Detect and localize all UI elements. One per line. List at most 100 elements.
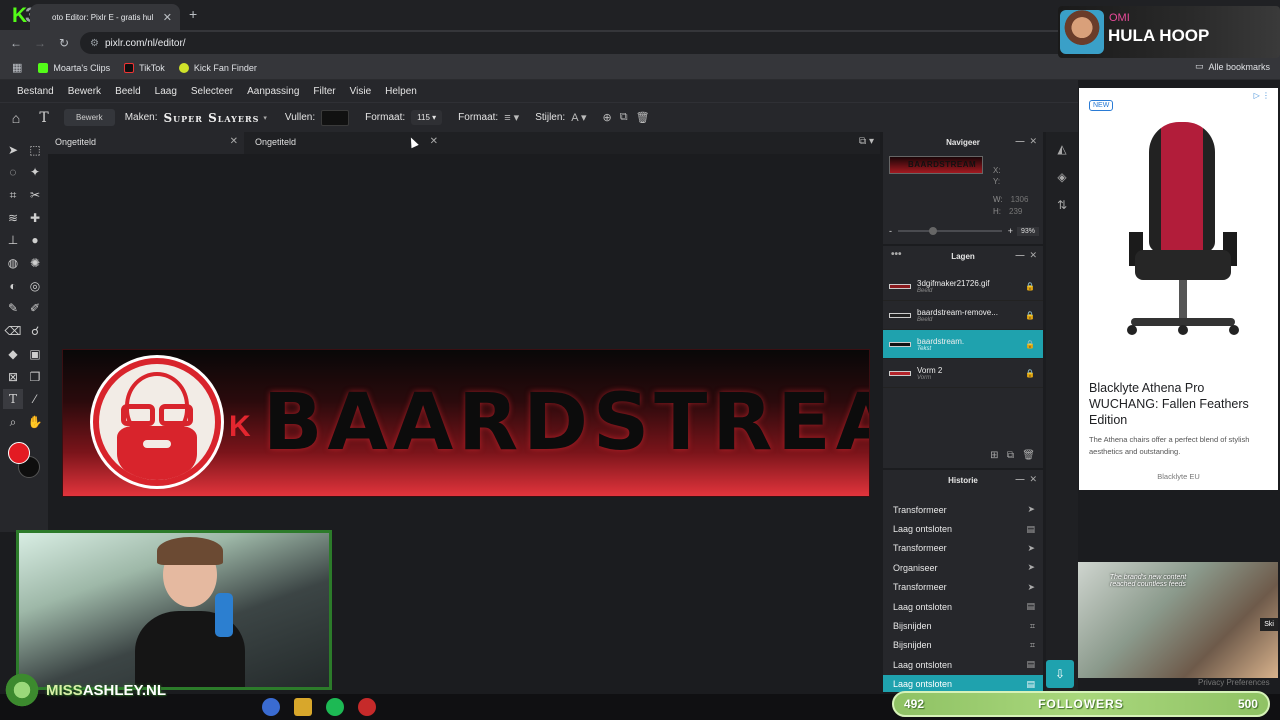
sticker-tool-icon[interactable]: ❐ [25,367,45,387]
site-info-icon[interactable]: ⚙ [90,38,99,49]
hand-tool-icon[interactable]: ✋ [25,412,45,432]
arrange-tool-icon[interactable]: ➤ [3,140,23,160]
history-item[interactable]: Organiseer ➤ [883,558,1043,577]
ad-brand[interactable]: Blacklyte EU [1079,472,1278,481]
lock-icon[interactable]: 🔒 [1025,311,1037,320]
layer-item[interactable]: baardstream-remove... Beeld 🔒 [883,301,1043,330]
app-task-icon[interactable] [358,698,376,716]
layer-item[interactable]: Vorm 2 Vorm 🔒 [883,359,1043,388]
history-item[interactable]: Laag ontsloten ▤ [883,655,1043,674]
layer-item[interactable]: 3dgifmaker21726.gif Beeld 🔒 [883,272,1043,301]
menu-bestand[interactable]: Bestand [17,86,54,97]
foreground-color[interactable] [8,442,30,464]
history-item[interactable]: Laag ontsloten ▤ [883,519,1043,538]
chevron-down-icon[interactable]: ▾ [263,114,267,122]
bookmark-tiktok[interactable]: TikTok [124,62,165,73]
clone-tool-icon[interactable]: ⊥ [3,230,23,250]
zoom-slider[interactable] [898,227,1002,235]
liquify-tool-icon[interactable]: ≋ [3,208,23,228]
back-icon[interactable]: ← [4,36,28,50]
advertisement[interactable]: NEW ▷ ⋮ Blacklyte Athena Pro WUCHANG: Fa… [1079,88,1278,490]
lock-icon[interactable]: 🔒 [1025,369,1037,378]
close-icon[interactable]: ✕ [430,136,438,147]
history-item[interactable]: Transformeer ➤ [883,539,1043,558]
layers-toggle-icon[interactable]: ◈ [1054,170,1070,186]
duplicate-icon[interactable]: ⧉ [620,111,628,124]
eraser-tool-icon[interactable]: ⌫ [3,321,23,341]
zoom-value[interactable]: 93% [1016,226,1039,236]
menu-selecteer[interactable]: Selecteer [191,86,233,97]
new-tab-icon[interactable]: + [189,6,197,22]
layer-item-active[interactable]: baardstream. Tekst 🔒 [883,330,1043,359]
smudge-tool-icon[interactable]: ☌ [25,321,45,341]
browser-task-icon[interactable] [262,698,280,716]
lock-icon[interactable]: 🔒 [1025,282,1037,291]
heal-tool-icon[interactable]: ✚ [25,208,45,228]
fill-tool-icon[interactable]: ◆ [3,344,23,364]
drop-tool-icon[interactable]: ● [25,230,45,250]
menu-bewerk[interactable]: Bewerk [68,86,101,97]
menu-beeld[interactable]: Beeld [115,86,141,97]
history-item[interactable]: Laag ontsloten ▤ [883,597,1043,616]
sphere-tool-icon[interactable]: ◍ [3,253,23,273]
banner-image[interactable]: K BAARDSTREAM [62,349,870,497]
align-select-icon[interactable]: ≡ ▾ [504,111,519,124]
close-tab-icon[interactable]: ✕ [163,11,172,24]
close-icon[interactable]: ✕ [230,136,238,147]
duplicate-layer-icon[interactable]: ⧉ [1007,450,1014,461]
target-tool-icon[interactable]: ◎ [25,276,45,296]
style-select-icon[interactable]: A ▾ [571,111,586,124]
add-layer-icon[interactable]: ⊞ [990,450,998,461]
zoom-tool-icon[interactable]: ⌕ [3,412,23,432]
banner-text[interactable]: BAARDSTREAM [263,378,869,468]
edit-button[interactable]: Bewerk [64,109,115,126]
shape-tool-icon[interactable]: ⊠ [3,367,23,387]
delete-layer-icon[interactable]: 🗑 [1022,450,1035,461]
history-item[interactable]: Bijsnijden ⌗ [883,636,1043,655]
lasso-tool-icon[interactable]: ◌ [3,162,23,182]
history-item[interactable]: Transformeer ➤ [883,500,1043,519]
font-size-select[interactable]: 115 ▾ [411,110,443,125]
bookmark-kick-fan-finder[interactable]: Kick Fan Finder [178,62,257,73]
spotify-icon[interactable] [326,698,344,716]
history-item-active[interactable]: Laag ontsloten ▤ [883,674,1043,692]
privacy-preferences-link[interactable]: Privacy Preferences [1198,678,1270,687]
cutout-tool-icon[interactable]: ✂ [25,185,45,205]
history-toggle-icon[interactable]: ⇅ [1054,198,1070,214]
url-bar[interactable]: ⚙ pixlr.com/nl/editor/ [80,32,1080,54]
history-item[interactable]: Bijsnijden ⌗ [883,616,1043,635]
bookmark-moartas-clips[interactable]: Moarta's Clips [38,62,110,73]
menu-aanpassing[interactable]: Aanpassing [247,86,299,97]
video-advertisement[interactable]: The brand's new content reached countles… [1078,562,1278,678]
forward-icon[interactable]: → [28,36,52,50]
pen-tool-icon[interactable]: ✎ [3,298,23,318]
fill-color-swatch[interactable] [321,109,350,126]
navigator-thumbnail[interactable]: BAARDSTREAM [889,156,983,174]
ad-choices-icon[interactable]: ▷ ⋮ [1254,91,1270,100]
gradient-tool-icon[interactable]: ▣ [25,344,45,364]
all-bookmarks[interactable]: ▭ Alle bookmarks [1195,61,1270,72]
explorer-task-icon[interactable] [294,698,312,716]
panel-controls-icon[interactable]: — ✕ [1015,474,1037,485]
home-icon[interactable]: ⌂ [2,110,30,126]
zoom-slider-handle[interactable] [929,227,938,235]
wand-tool-icon[interactable]: ✦ [25,162,45,182]
zoom-in-button[interactable]: + [1008,226,1013,236]
picker-tool-icon[interactable]: ⁄ [25,389,45,409]
skip-button[interactable]: Ski [1260,618,1278,631]
add-icon[interactable]: ⊕ [603,111,612,124]
ad-title[interactable]: Blacklyte Athena Pro WUCHANG: Fallen Fea… [1089,380,1273,428]
lock-icon[interactable]: 🔒 [1025,340,1037,349]
window-layout-icon[interactable]: ⧉ ▾ [859,136,874,147]
brush-tool-icon[interactable]: ✐ [25,298,45,318]
navigator-toggle-icon[interactable]: ◭ [1054,142,1070,158]
browser-tab[interactable]: oto Editor: Pixlr E - gratis hul ✕ [30,4,180,30]
more-options-icon[interactable]: ••• [891,249,902,260]
trash-icon[interactable]: 🗑 [636,111,650,124]
menu-laag[interactable]: Laag [155,86,177,97]
panel-controls-icon[interactable]: — ✕ [1015,136,1037,147]
font-select[interactable]: Super Slayers [163,111,259,125]
document-tab-1[interactable]: Ongetiteld ✕ [48,132,244,154]
apps-icon[interactable]: ▦ [12,61,22,74]
panel-controls-icon[interactable]: — ✕ [1015,250,1037,261]
